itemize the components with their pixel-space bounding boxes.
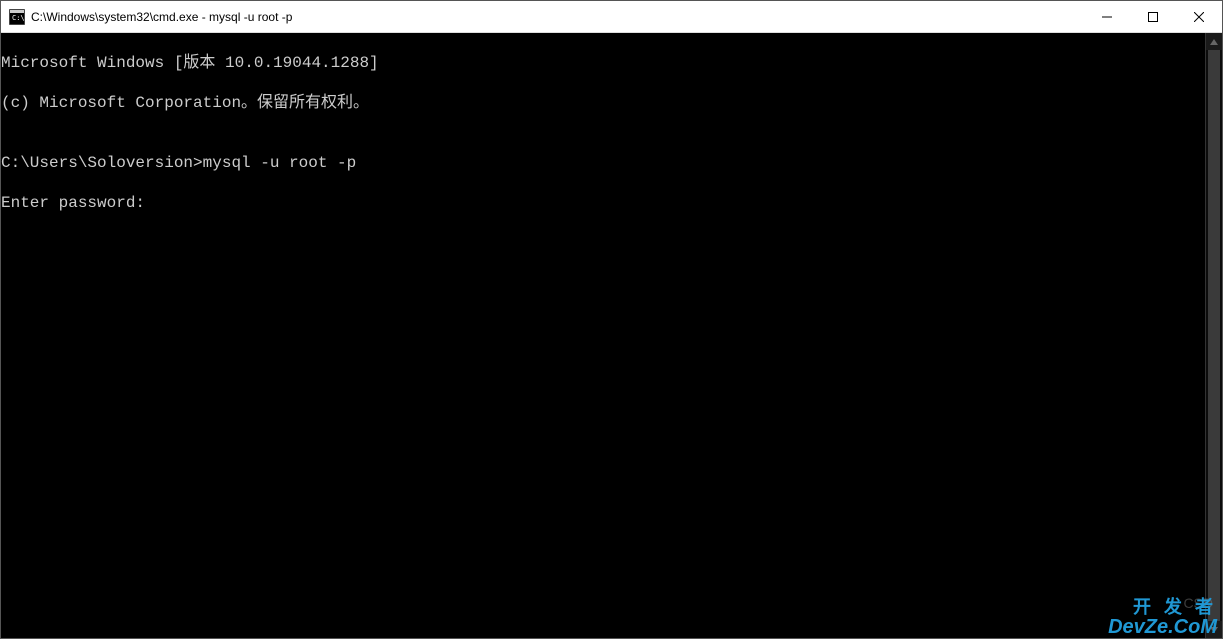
scrollbar-track[interactable] (1206, 50, 1222, 621)
close-button[interactable] (1176, 1, 1222, 32)
window-title: C:\Windows\system32\cmd.exe - mysql -u r… (31, 10, 1084, 24)
scrollbar-thumb[interactable] (1208, 50, 1220, 621)
window-controls (1084, 1, 1222, 32)
terminal-line: C:\Users\Soloversion>mysql -u root -p (1, 153, 1205, 173)
cmd-window: C:\ C:\Windows\system32\cmd.exe - mysql … (0, 0, 1223, 639)
scroll-up-button[interactable] (1206, 33, 1222, 50)
titlebar[interactable]: C:\ C:\Windows\system32\cmd.exe - mysql … (1, 1, 1222, 33)
scroll-down-button[interactable] (1206, 621, 1222, 638)
terminal-output[interactable]: Microsoft Windows [版本 10.0.19044.1288] (… (1, 33, 1205, 638)
vertical-scrollbar[interactable] (1205, 33, 1222, 638)
cmd-icon: C:\ (9, 9, 25, 25)
terminal-container: Microsoft Windows [版本 10.0.19044.1288] (… (1, 33, 1222, 638)
maximize-button[interactable] (1130, 1, 1176, 32)
terminal-line: Enter password: (1, 193, 1205, 213)
minimize-button[interactable] (1084, 1, 1130, 32)
terminal-line: Microsoft Windows [版本 10.0.19044.1288] (1, 53, 1205, 73)
svg-text:C:\: C:\ (12, 14, 25, 22)
terminal-line: (c) Microsoft Corporation。保留所有权利。 (1, 93, 1205, 113)
